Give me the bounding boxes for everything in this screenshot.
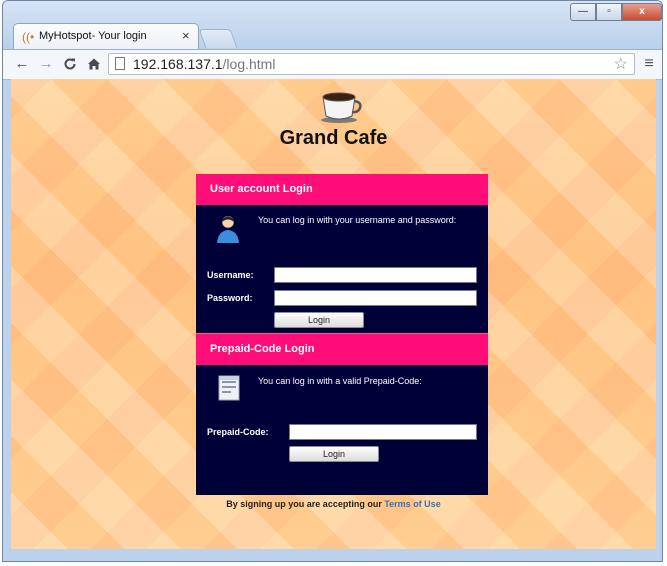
terms-of-use-link[interactable]: Terms of Use bbox=[384, 499, 440, 509]
page-viewport: Grand Cafe User account Login You can lo… bbox=[11, 79, 656, 549]
wifi-icon: ((• bbox=[22, 30, 35, 44]
browser-toolbar: ← → 192.168.137.1/log.html ☆ ≡ bbox=[3, 49, 662, 80]
tab-title: MyHotspot- Your login bbox=[39, 30, 147, 42]
bookmark-star-icon[interactable]: ☆ bbox=[614, 54, 628, 74]
menu-icon[interactable]: ≡ bbox=[640, 53, 658, 75]
user-login-header: User account Login bbox=[196, 174, 488, 205]
address-bar[interactable]: 192.168.137.1/log.html ☆ bbox=[108, 53, 635, 75]
home-icon[interactable] bbox=[83, 53, 105, 75]
user-login-button[interactable]: Login bbox=[274, 312, 364, 328]
username-input[interactable] bbox=[274, 267, 477, 283]
forward-icon[interactable]: → bbox=[35, 53, 57, 75]
coffee-cup-icon bbox=[321, 92, 362, 123]
page-icon bbox=[115, 57, 125, 70]
prepaid-login-panel: Prepaid-Code Login You can log in with a… bbox=[196, 333, 488, 495]
prepaid-login-button[interactable]: Login bbox=[289, 446, 379, 462]
prepaid-code-input[interactable] bbox=[289, 424, 477, 440]
reload-icon[interactable] bbox=[59, 53, 81, 75]
url-host: 192.168.137.1 bbox=[133, 56, 223, 72]
url-text: 192.168.137.1/log.html bbox=[133, 56, 275, 72]
url-path: /log.html bbox=[222, 56, 276, 72]
title-bar: ((• MyHotspot- Your login × — ▫ x bbox=[3, 1, 662, 51]
username-label: Username: bbox=[207, 270, 254, 280]
user-avatar-icon bbox=[217, 215, 239, 243]
close-window-button[interactable]: x bbox=[622, 3, 662, 21]
prepaid-card-icon bbox=[218, 375, 240, 401]
back-icon[interactable]: ← bbox=[11, 53, 33, 75]
password-input[interactable] bbox=[274, 290, 477, 306]
prepaid-login-header: Prepaid-Code Login bbox=[196, 334, 488, 365]
close-tab-icon[interactable]: × bbox=[182, 28, 190, 43]
prepaid-login-info: You can log in with a valid Prepaid-Code… bbox=[258, 376, 422, 386]
browser-window: ((• MyHotspot- Your login × — ▫ x ← → 19… bbox=[2, 0, 663, 562]
terms-footer: By signing up you are accepting our Term… bbox=[11, 499, 656, 509]
browser-tab[interactable]: ((• MyHotspot- Your login × bbox=[13, 23, 199, 49]
minimize-button[interactable]: — bbox=[570, 3, 596, 21]
maximize-button[interactable]: ▫ bbox=[596, 3, 622, 21]
user-login-info: You can log in with your username and pa… bbox=[258, 215, 457, 225]
new-tab-button[interactable] bbox=[198, 29, 238, 48]
prepaid-code-label: Prepaid-Code: bbox=[207, 427, 269, 437]
password-label: Password: bbox=[207, 293, 253, 303]
footer-text: By signing up you are accepting our bbox=[226, 499, 382, 509]
user-login-panel: User account Login You can log in with y… bbox=[196, 174, 488, 333]
cafe-title: Grand Cafe bbox=[279, 127, 388, 149]
